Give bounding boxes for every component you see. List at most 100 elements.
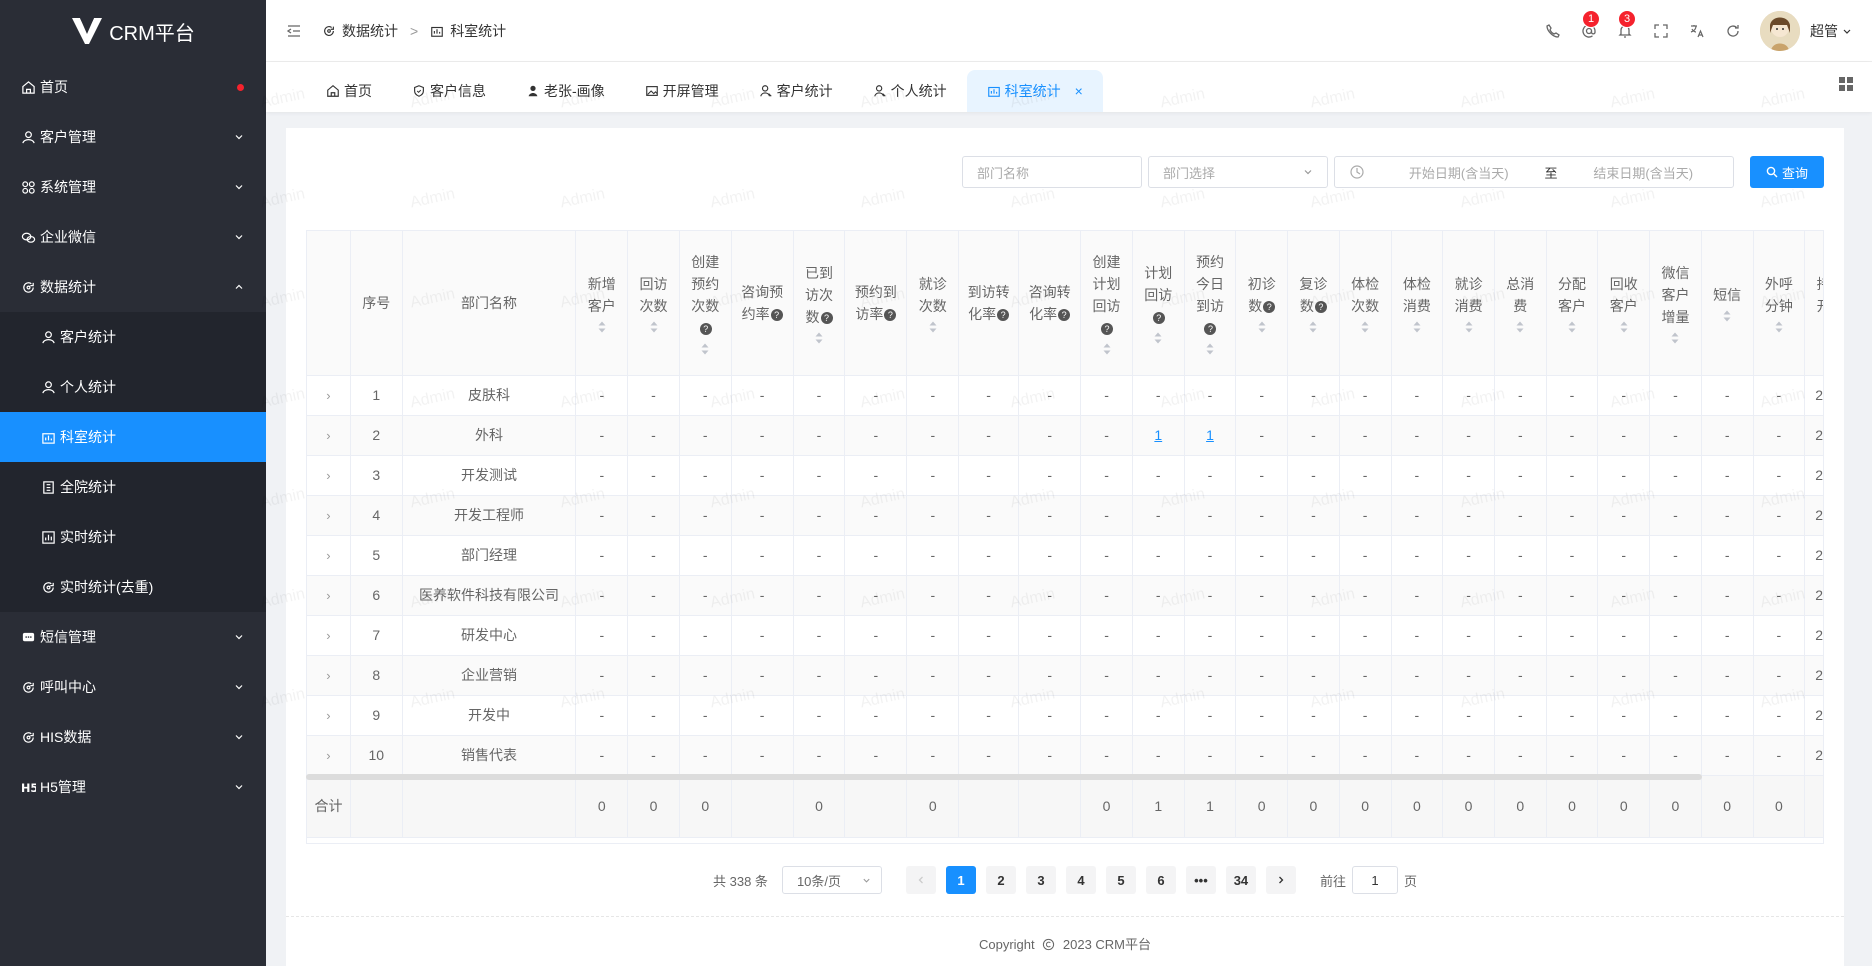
help-icon[interactable]: ? [770, 309, 783, 322]
sort-icon[interactable] [650, 321, 658, 333]
help-icon[interactable]: ? [1152, 312, 1165, 325]
help-icon[interactable]: ? [884, 309, 897, 322]
sidebar-item-sidebar-bottom_items-2[interactable]: HIS数据 [0, 712, 266, 762]
avatar[interactable] [1760, 10, 1800, 51]
sort-icon[interactable] [1309, 321, 1317, 333]
bell-icon[interactable]: 3 [1616, 9, 1636, 40]
collapse-sidebar-icon[interactable] [286, 23, 302, 39]
sort-icon[interactable] [1568, 321, 1576, 333]
column-header[interactable]: 就诊次数 [906, 231, 960, 376]
column-header[interactable]: 回访次数 [627, 231, 680, 376]
prev-page-button[interactable] [905, 866, 936, 894]
page-button[interactable]: ••• [1185, 866, 1216, 894]
column-header[interactable]: 计划回访? [1132, 231, 1185, 376]
table-cell[interactable]: 1 [1184, 415, 1237, 456]
sort-icon[interactable] [1258, 321, 1266, 333]
column-header[interactable]: 体检消费 [1391, 231, 1444, 376]
sort-icon[interactable] [1154, 332, 1162, 344]
sort-icon[interactable] [1103, 343, 1111, 355]
sidebar-item-sidebar-bottom_items-0[interactable]: 短信管理 [0, 612, 266, 662]
sort-icon[interactable] [1361, 321, 1369, 333]
fullscreen-icon[interactable] [1652, 22, 1670, 40]
sidebar-item-sidebar-sub_items-3[interactable]: 全院统计 [0, 462, 266, 512]
expand-row-icon[interactable]: › [307, 495, 351, 536]
sort-icon[interactable] [1775, 321, 1783, 333]
dept-name-input[interactable]: 部门名称 [962, 156, 1142, 188]
tab-4[interactable]: 客户统计 [739, 70, 853, 112]
sidebar-item-sidebar-sub_items-5[interactable]: 实时统计(去重) [0, 562, 266, 612]
column-header[interactable]: 创建预约次数? [679, 231, 732, 376]
sidebar-item-sidebar-items-4[interactable]: 数据统计 [0, 262, 266, 312]
column-header[interactable]: 回收客户 [1597, 231, 1651, 376]
column-header[interactable]: 复诊数? [1287, 231, 1340, 376]
column-header[interactable]: 短信 [1701, 231, 1754, 376]
tab-2[interactable]: 老张-画像 [506, 70, 625, 112]
sort-icon[interactable] [701, 343, 709, 355]
column-header[interactable]: 新增客户 [575, 231, 629, 376]
refresh-icon[interactable] [1724, 22, 1742, 40]
page-button[interactable]: 5 [1105, 866, 1136, 894]
expand-row-icon[interactable]: › [307, 455, 351, 496]
expand-row-icon[interactable]: › [307, 735, 351, 776]
page-button[interactable]: 6 [1145, 866, 1176, 894]
sidebar-item-sidebar-bottom_items-1[interactable]: 呼叫中心 [0, 662, 266, 712]
sidebar-item-sidebar-items-1[interactable]: 客户管理 [0, 112, 266, 162]
sidebar-item-sidebar-bottom_items-3[interactable]: H5 H5管理 [0, 762, 266, 812]
column-header[interactable]: 预约今日到访? [1184, 231, 1237, 376]
expand-row-icon[interactable]: › [307, 375, 351, 416]
expand-row-icon[interactable]: › [307, 695, 351, 736]
column-header[interactable]: 总消费 [1494, 231, 1547, 376]
sidebar-item-sidebar-items-0[interactable]: 首页 [0, 62, 266, 112]
column-header[interactable]: 体检次数 [1339, 231, 1392, 376]
help-icon[interactable]: ? [1204, 323, 1217, 336]
sidebar-item-sidebar-items-3[interactable]: 企业微信 [0, 212, 266, 262]
tab-6[interactable]: 科室统计 × [966, 70, 1103, 112]
column-header[interactable]: 已到访次数? [793, 231, 846, 376]
help-icon[interactable]: ? [997, 309, 1010, 322]
dept-select[interactable]: 部门选择 [1148, 156, 1328, 188]
page-button[interactable]: 3 [1025, 866, 1056, 894]
close-tab-icon[interactable]: × [1075, 83, 1083, 99]
start-date-input[interactable]: 开始日期(含当天) [1383, 163, 1535, 182]
expand-row-icon[interactable]: › [307, 615, 351, 656]
sort-icon[interactable] [598, 321, 606, 333]
help-icon[interactable]: ? [820, 312, 833, 325]
column-header[interactable]: 分配客户 [1546, 231, 1599, 376]
breadcrumb-item[interactable]: 数据统计 [342, 21, 398, 41]
help-icon[interactable]: ? [1058, 309, 1071, 322]
column-header[interactable]: 创建计划回访? [1080, 231, 1133, 376]
sidebar-item-sidebar-sub_items-2[interactable]: 科室统计 [0, 412, 266, 462]
help-icon[interactable]: ? [1101, 323, 1114, 336]
expand-row-icon[interactable]: › [307, 535, 351, 576]
expand-row-icon[interactable]: › [307, 575, 351, 616]
tab-5[interactable]: 个人统计 [853, 70, 967, 112]
column-header[interactable]: 持续开始 [1804, 231, 1823, 376]
help-icon[interactable]: ? [1263, 301, 1276, 314]
expand-row-icon[interactable]: › [307, 655, 351, 696]
sort-icon[interactable] [1620, 321, 1628, 333]
column-header[interactable]: 就诊消费 [1442, 231, 1495, 376]
column-header[interactable]: 外呼分钟 [1753, 231, 1806, 376]
sort-icon[interactable] [929, 321, 937, 333]
column-header[interactable]: 初诊数? [1235, 231, 1289, 376]
mention-icon[interactable]: 1 [1580, 9, 1600, 40]
tab-0[interactable]: 首页 [306, 70, 392, 112]
translate-icon[interactable] [1688, 22, 1706, 40]
tab-3[interactable]: 开屏管理 [625, 70, 739, 112]
column-header[interactable]: 微信客户增量 [1649, 231, 1702, 376]
tab-1[interactable]: 客户信息 [392, 70, 506, 112]
user-menu[interactable]: 超管 [1810, 21, 1852, 41]
page-size-select[interactable]: 10条/页 [781, 866, 882, 894]
sort-icon[interactable] [1413, 321, 1421, 333]
horizontal-scrollbar[interactable] [306, 774, 1702, 780]
date-range-picker[interactable]: 开始日期(含当天) 至 结束日期(含当天) [1334, 156, 1734, 188]
sort-icon[interactable] [1465, 321, 1473, 333]
sidebar-item-sidebar-sub_items-4[interactable]: 实时统计 [0, 512, 266, 562]
sidebar-item-sidebar-sub_items-1[interactable]: 个人统计 [0, 362, 266, 412]
help-icon[interactable]: ? [1314, 301, 1327, 314]
next-page-button[interactable] [1265, 866, 1296, 894]
sort-icon[interactable] [1206, 343, 1214, 355]
page-button[interactable]: 4 [1065, 866, 1096, 894]
help-icon[interactable]: ? [699, 323, 712, 336]
end-date-input[interactable]: 结束日期(含当天) [1568, 163, 1720, 182]
